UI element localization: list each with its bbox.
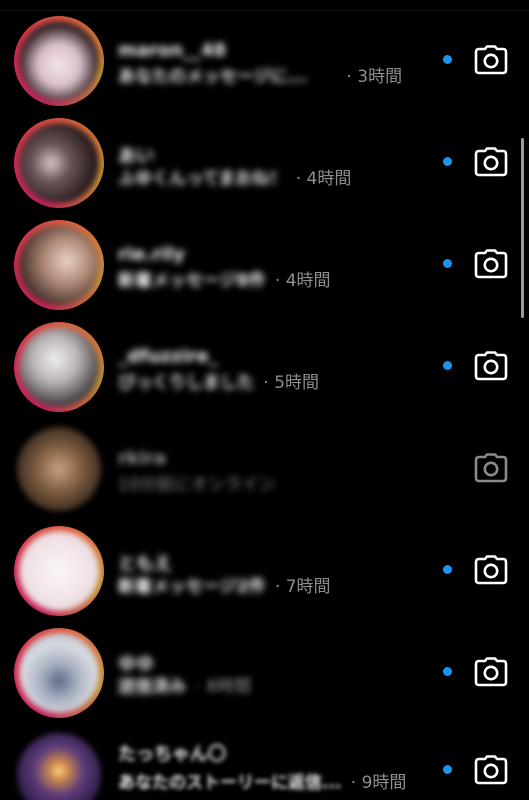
camera-icon[interactable] [474,147,508,177]
unread-dot [443,667,452,676]
avatar-story-ring[interactable] [14,526,104,616]
message-preview: 新着メッセージ2件 [118,577,266,597]
avatar-story-ring[interactable] [14,628,104,718]
timestamp: 4時間 [306,169,352,189]
separator: · [195,677,201,697]
unread-dot [443,157,452,166]
conversation-row[interactable]: たっちゃん〇 あなたのストーリーに返信... · 9時間 [0,724,529,800]
camera-icon[interactable] [474,657,508,687]
direct-message-list: maron__48 あなたのメッセージに... · 3時間 あい ふゆくんってま… [0,0,529,800]
timestamp: 8時間 [206,677,252,697]
conversation-preview: 送信済み · 8時間 [118,672,251,697]
avatar-story-ring[interactable] [14,220,104,310]
avatar [19,123,99,203]
conversation-preview: 10分前にオンライン [118,470,276,495]
message-preview: 新着メッセージ8件 [118,271,266,291]
conversation-row[interactable]: maron__48 あなたのメッセージに... · 3時間 [0,10,529,112]
avatar [19,327,99,407]
conversation-username: rie.rily [118,244,186,265]
avatar-story-ring[interactable] [14,322,104,412]
separator: · [274,271,281,291]
camera-icon[interactable] [474,45,508,75]
conversation-username: _dfuzzire_ [118,346,218,367]
unread-dot [443,55,452,64]
conversation-row[interactable]: _dfuzzire_ びっくりしました · 5時間 [0,316,529,418]
conversation-preview: あなたのメッセージに... · 3時間 [118,62,402,87]
avatar-wrapper[interactable] [14,730,104,800]
avatar [17,733,101,800]
message-preview: びっくりしました [118,373,254,393]
conversation-row[interactable]: rkira 10分前にオンライン [0,418,529,520]
camera-icon[interactable] [474,555,508,585]
timestamp: 4時間 [285,271,331,291]
unread-dot [443,565,452,574]
conversation-row[interactable]: rie.rily 新着メッセージ8件 · 4時間 [0,214,529,316]
conversation-row[interactable]: ゆゆ 送信済み · 8時間 [0,622,529,724]
conversation-username: rkira [118,448,167,469]
avatar-story-ring[interactable] [14,16,104,106]
avatar [19,21,99,101]
avatar-story-ring[interactable] [14,118,104,208]
separator: · [295,169,302,189]
conversation-preview: ふゆくんってまおね！ · 4時間 [118,164,351,189]
message-preview: あなたのストーリーに返信... [118,773,342,793]
avatar-wrapper[interactable] [14,424,104,514]
separator: · [263,373,269,393]
conversation-row[interactable]: あい ふゆくんってまおね！ · 4時間 [0,112,529,214]
message-preview: あなたのメッセージに... [118,67,308,87]
avatar [19,225,99,305]
conversation-username: maron__48 [118,40,227,61]
scrollbar[interactable] [521,138,524,318]
avatar [19,531,99,611]
timestamp: 7時間 [285,577,331,597]
conversation-preview: あなたのストーリーに返信... · 9時間 [118,768,406,793]
conversation-preview: 新着メッセージ2件 · 7時間 [118,572,331,597]
camera-icon[interactable] [474,755,508,785]
unread-dot [443,765,452,774]
separator: · [350,773,357,793]
camera-icon[interactable] [474,249,508,279]
conversation-username: たっちゃん〇 [118,744,226,765]
timestamp: 5時間 [274,373,320,393]
avatar [17,427,101,511]
timestamp: 9時間 [361,773,407,793]
message-preview: 送信済み [118,677,186,697]
conversation-preview: びっくりしました · 5時間 [118,368,319,393]
unread-dot [443,361,452,370]
separator: · [346,67,352,87]
separator: · [274,577,281,597]
conversation-preview: 新着メッセージ8件 · 4時間 [118,266,331,291]
timestamp: 3時間 [357,67,403,87]
camera-icon[interactable] [474,453,508,483]
unread-dot [443,259,452,268]
camera-icon[interactable] [474,351,508,381]
activity-status: 10分前にオンライン [118,475,276,495]
message-preview: ふゆくんってまおね！ [118,169,287,189]
conversation-row[interactable]: ともえ 新着メッセージ2件 · 7時間 [0,520,529,622]
avatar [19,633,99,713]
